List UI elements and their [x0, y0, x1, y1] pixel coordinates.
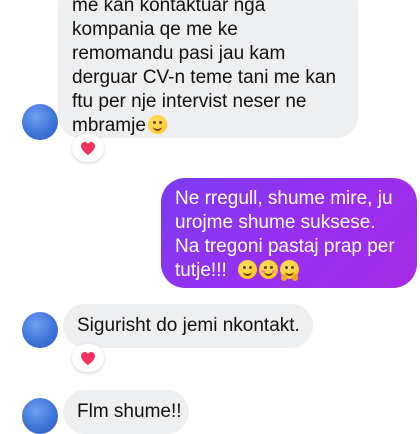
message-line: derguar CV-n teme tani me kan	[72, 67, 337, 88]
avatar[interactable]	[22, 398, 58, 434]
message-line: Na tregoni pastaj prap per	[175, 236, 395, 257]
message-line: remomandu pasi jau kam	[72, 43, 286, 64]
message-line: mbramje	[72, 115, 146, 136]
message-line-with-emoji: mbramje	[72, 114, 344, 138]
incoming-message-bubble[interactable]: Sigurisht do jemi nkontakt.	[63, 304, 313, 348]
message-line: Flm shume!!	[77, 401, 182, 422]
smiling-face-icon	[238, 260, 258, 279]
smiling-face-with-smiling-eyes-icon	[259, 260, 279, 279]
smiling-face-icon	[147, 115, 167, 134]
message-line: Ne rregull, shume mire, ju	[175, 188, 393, 209]
reaction-badge[interactable]	[72, 344, 104, 372]
avatar[interactable]	[22, 104, 58, 140]
message-line: Sigurisht do jemi nkontakt.	[77, 315, 300, 336]
reaction-badge[interactable]	[72, 134, 104, 162]
heart-icon	[81, 351, 95, 365]
message-line: ftu per nje intervist neser ne	[72, 91, 307, 112]
message-line: me kan kontaktuar nga	[72, 0, 266, 16]
hugging-face-icon	[280, 260, 300, 281]
message-line: kompania qe me ke	[72, 19, 238, 40]
incoming-message-bubble[interactable]: me kan kontaktuar nga kompania qe me ke …	[58, 0, 358, 138]
incoming-message-bubble[interactable]: Flm shume!!	[63, 390, 189, 434]
message-line: tutje!!!	[175, 260, 227, 281]
message-line: urojme shume suksese.	[175, 212, 376, 233]
outgoing-message-bubble[interactable]: Ne rregull, shume mire, ju urojme shume …	[161, 178, 417, 288]
heart-icon	[81, 141, 95, 155]
message-line-with-emoji: tutje!!!	[175, 259, 403, 283]
avatar[interactable]	[22, 312, 58, 348]
